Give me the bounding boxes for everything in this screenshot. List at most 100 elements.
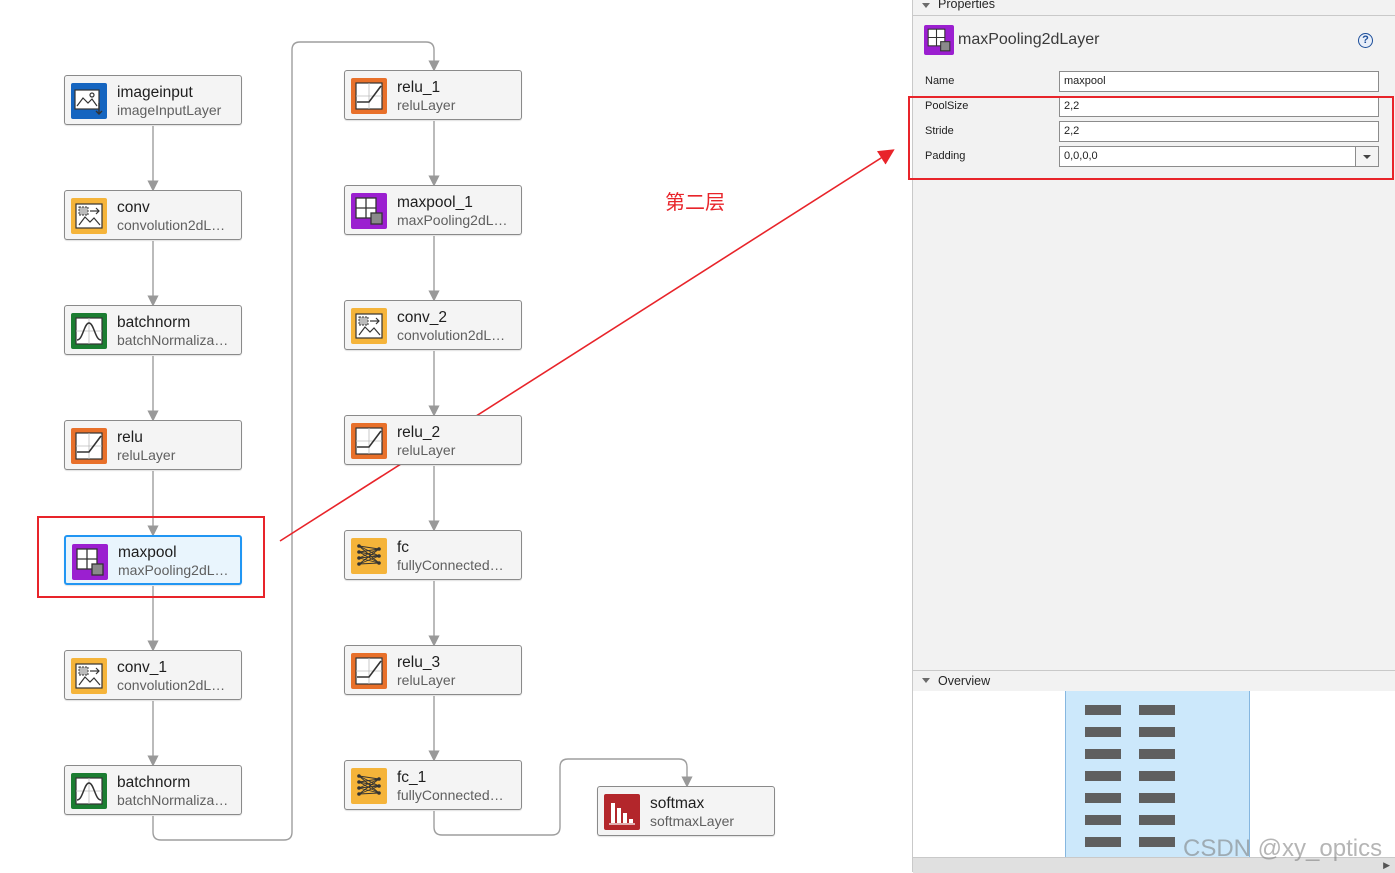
layer-name: batchnorm xyxy=(117,314,191,331)
layer-node-conv[interactable]: conv convolution2dL… xyxy=(64,190,242,240)
layer-type: reluLayer xyxy=(397,672,456,688)
fully-connected-icon xyxy=(357,544,381,566)
layer-node-relu[interactable]: relu reluLayer xyxy=(64,420,242,470)
watermark: CSDN @xy_optics xyxy=(1183,835,1383,862)
minimap-node xyxy=(1085,771,1121,781)
layer-icon xyxy=(351,768,387,804)
layer-name: relu xyxy=(117,429,143,446)
minimap-node xyxy=(1139,705,1175,715)
annotation-box-selected-layer xyxy=(37,516,265,598)
batchnorm-icon xyxy=(75,777,103,805)
collapse-triangle-icon[interactable] xyxy=(922,3,930,8)
properties-header[interactable]: Properties xyxy=(913,0,1395,16)
relu-icon xyxy=(355,657,383,685)
layer-type: maxPooling2dL… xyxy=(397,212,508,228)
layer-name: fc xyxy=(397,539,410,556)
layer-icon xyxy=(351,423,387,459)
properties-header-label: Properties xyxy=(938,0,995,11)
layer-node-conv_1[interactable]: conv_1 convolution2dL… xyxy=(64,650,242,700)
minimap-node xyxy=(1085,705,1121,715)
annotation-box-properties xyxy=(908,96,1394,180)
layer-type: fullyConnected… xyxy=(397,787,504,803)
convolution-icon xyxy=(75,663,103,689)
layer-type: reluLayer xyxy=(117,447,176,463)
minimap-node xyxy=(1085,837,1121,847)
batchnorm-icon xyxy=(75,317,103,345)
layer-node-relu_3[interactable]: relu_3 reluLayer xyxy=(344,645,522,695)
prop-label-name: Name xyxy=(925,75,955,87)
layer-name: conv_2 xyxy=(397,309,447,326)
properties-panel: Properties maxPooling2dLayer ? Name maxpo… xyxy=(908,0,1395,873)
layer-icon xyxy=(604,794,640,830)
layer-type: batchNormaliza… xyxy=(117,332,229,348)
layer-type: fullyConnected… xyxy=(397,557,504,573)
convolution-icon xyxy=(75,203,103,229)
layer-type: imageInputLayer xyxy=(117,102,222,118)
prop-name-field[interactable]: maxpool xyxy=(1059,71,1379,92)
layer-icon xyxy=(71,428,107,464)
layer-type-icon xyxy=(924,25,954,55)
image-input-icon xyxy=(74,89,103,115)
relu-icon xyxy=(75,432,103,460)
layer-name: conv_1 xyxy=(117,659,167,676)
fully-connected-icon xyxy=(357,774,381,796)
minimap-node xyxy=(1085,793,1121,803)
relu-icon xyxy=(355,82,383,110)
layer-type: convolution2dL… xyxy=(397,327,506,343)
layer-icon xyxy=(71,313,107,349)
minimap-node xyxy=(1085,749,1121,759)
overview-header[interactable]: Overview xyxy=(913,670,1395,693)
layer-type: batchNormaliza… xyxy=(117,792,229,808)
layer-node-conv_2[interactable]: conv_2 convolution2dL… xyxy=(344,300,522,350)
layer-node-maxpool_1[interactable]: maxpool_1 maxPooling2dL… xyxy=(344,185,522,235)
minimap-node xyxy=(1139,749,1175,759)
layer-name: relu_1 xyxy=(397,79,441,96)
maxpool-icon xyxy=(355,197,383,225)
layer-name: conv xyxy=(117,199,150,216)
layer-icon xyxy=(351,653,387,689)
layer-node-fc_1[interactable]: fc_1 fullyConnected… xyxy=(344,760,522,810)
layer-node-batchnorm_1[interactable]: batchnorm batchNormaliza… xyxy=(64,765,242,815)
layer-node-batchnorm[interactable]: batchnorm batchNormaliza… xyxy=(64,305,242,355)
layer-name: batchnorm xyxy=(117,774,191,791)
layer-icon xyxy=(71,83,107,119)
layer-icon xyxy=(351,538,387,574)
layer-type: reluLayer xyxy=(397,442,456,458)
relu-icon xyxy=(355,427,383,455)
maxpool-icon xyxy=(927,28,951,52)
minimap-node xyxy=(1139,793,1175,803)
layer-type: convolution2dL… xyxy=(117,217,226,233)
minimap-node xyxy=(1139,837,1175,847)
layer-node-softmax[interactable]: softmax softmaxLayer xyxy=(597,786,775,836)
layer-type: softmaxLayer xyxy=(650,813,735,829)
layer-node-imageinput[interactable]: imageinput imageInputLayer xyxy=(64,75,242,125)
collapse-triangle-icon[interactable] xyxy=(922,678,930,683)
layer-type: reluLayer xyxy=(397,97,456,113)
network-canvas[interactable]: imageinput imageInputLayer conv convolution… xyxy=(0,0,912,872)
layer-icon xyxy=(71,773,107,809)
layer-icon xyxy=(71,198,107,234)
layer-node-fc[interactable]: fc fullyConnected… xyxy=(344,530,522,580)
scroll-right-arrow-icon[interactable]: ▶ xyxy=(1383,860,1390,871)
layer-type-title: maxPooling2dLayer xyxy=(958,31,1100,48)
layer-icon xyxy=(351,78,387,114)
minimap-node xyxy=(1139,815,1175,825)
layer-node-relu_2[interactable]: relu_2 reluLayer xyxy=(344,415,522,465)
convolution-icon xyxy=(355,313,383,339)
minimap-node xyxy=(1139,727,1175,737)
layer-name: relu_2 xyxy=(397,424,441,441)
layer-icon xyxy=(71,658,107,694)
prop-value: maxpool xyxy=(1064,75,1106,87)
layer-name: maxpool_1 xyxy=(397,194,473,211)
layer-name: fc_1 xyxy=(397,769,427,786)
overview-minimap[interactable] xyxy=(913,691,1395,857)
annotation-label: 第二层 xyxy=(665,190,725,214)
layer-name: relu_3 xyxy=(397,654,441,671)
layer-type: convolution2dL… xyxy=(117,677,226,693)
layer-node-relu_1[interactable]: relu_1 reluLayer xyxy=(344,70,522,120)
layer-name: imageinput xyxy=(117,84,193,101)
minimap-node xyxy=(1139,771,1175,781)
layer-name: softmax xyxy=(650,795,705,812)
softmax-icon xyxy=(609,803,635,825)
help-icon[interactable]: ? xyxy=(1358,33,1373,48)
